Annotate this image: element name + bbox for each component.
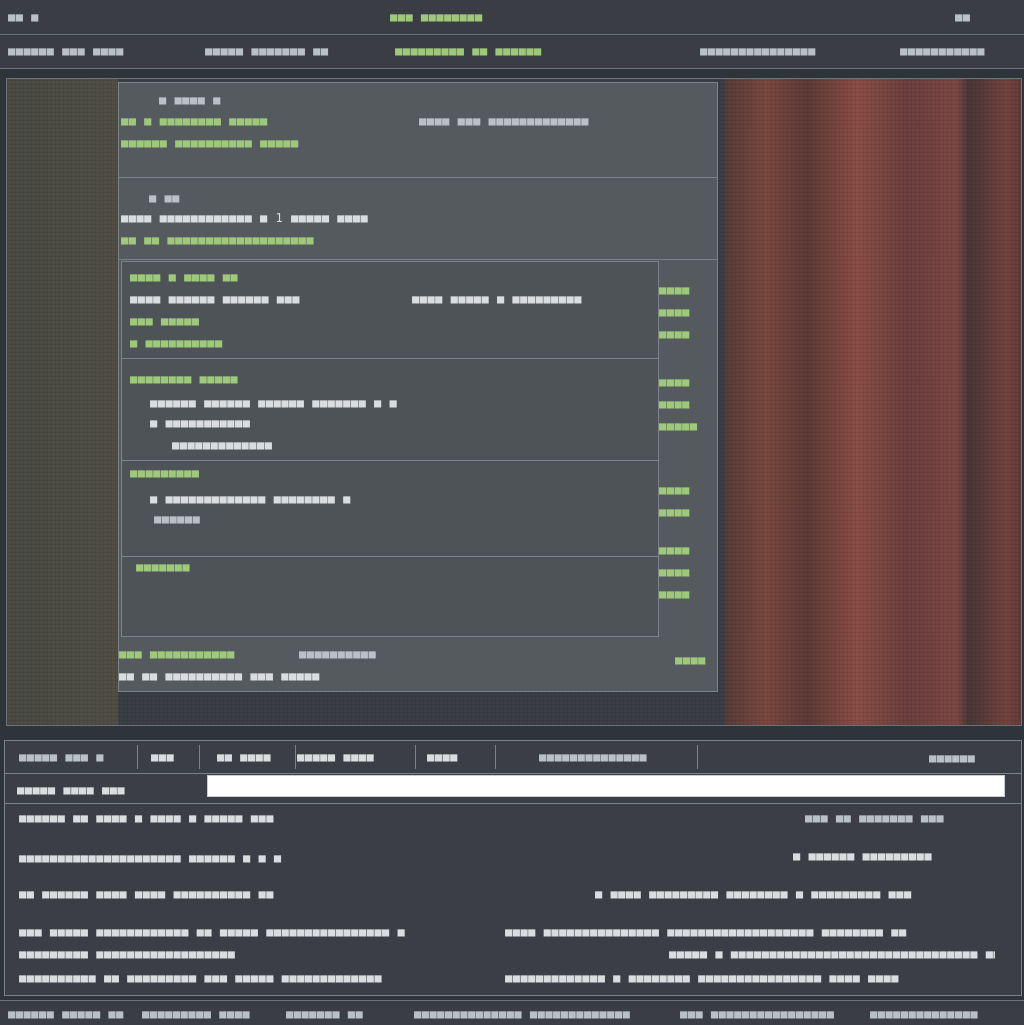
title-bar-left-label: ■■ ■ (8, 10, 39, 24)
menu-item[interactable]: ■■■■■■■■■ ■■ ■■■■■■ (395, 44, 665, 58)
input-label: ■■■■■ ■■■■ ■■■ (17, 783, 126, 797)
footer-line1b: ■■■■■■■■■■ (299, 647, 377, 661)
status-bar: ■■■■■■ ■■■■■ ■■ ■■■■■■■■■ ■■■■ ■■■■■■■ ■… (0, 1000, 1024, 1025)
tab[interactable]: ■■■ (143, 745, 200, 769)
content-row-left: ■■ ■■■■■■ ■■■■ ■■■■ ■■■■■■■■■■ ■■ (19, 887, 274, 901)
row1-line4: ■ ■■■■■■■■■■ (130, 336, 223, 350)
tab[interactable]: ■■■■■■■■■■■■■■ (531, 745, 698, 769)
tab-strip: ■■■■■ ■■■ ■ ■■■ ■■ ■■■■ ■■■■■ ■■■■ ■■■■ … (5, 741, 1021, 774)
side-label: ■■■■ (659, 505, 690, 519)
row1-line2b: ■■■■ ■■■■■ ■ ■■■■■■■■■ (412, 292, 582, 306)
side-label: ■■■■ (659, 543, 690, 557)
side-label: ■■■■ (659, 305, 690, 319)
content-row-left: ■■■■■■ ■■ ■■■■ ■ ■■■■ ■ ■■■■■ ■■■ (19, 811, 274, 825)
section1-line1: ■ ■■■■ ■ (159, 93, 221, 107)
footer-line1a: ■■■ ■■■■■■■■■■■ (119, 647, 235, 661)
section2-line1: ■ ■■ (149, 191, 180, 205)
section2-line2a: ■■■■ ■■■■■■■■■■■■ ■ 1 ■■■■■ ■■■■ (121, 211, 369, 225)
row1-line2a: ■■■■ ■■■■■■ ■■■■■■ ■■■ (130, 292, 300, 306)
footer-line1c: ■■■■ (675, 653, 706, 667)
row-divider (122, 460, 658, 461)
content-row-right: ■■■ ■■ ■■■■■■■ ■■■ (805, 811, 945, 825)
menu-item[interactable]: ■■■■■■ ■■■ ■■■■ (8, 44, 178, 58)
row2-line1: ■■■■■■■■ ■■■■■ (130, 372, 239, 386)
footer-line2: ■■ ■■ ■■■■■■■■■■ ■■■ ■■■■■ (119, 669, 320, 683)
row4-line1: ■■■■■■■ (136, 560, 191, 574)
row3-line2: ■ ■■■■■■■■■■■■■ ■■■■■■■■ ■ (150, 492, 351, 506)
status-item: ■■■■■■ ■■■■■ ■■ (8, 1007, 124, 1021)
tab[interactable]: ■■■■■ ■■■ ■ (11, 745, 138, 769)
command-input[interactable] (207, 775, 1005, 797)
content-row-left: ■■■■■■■■■ ■■■■■■■■■■■■■■■■■■ (19, 947, 236, 961)
bottom-panel: ■■■■■ ■■■ ■ ■■■ ■■ ■■■■ ■■■■■ ■■■■ ■■■■ … (4, 740, 1022, 996)
menu-item[interactable]: ■■■■■ ■■■■■■■ ■■ (205, 44, 375, 58)
section2-line3: ■■ ■■ ■■■■■■■■■■■■■■■■■■■ (121, 233, 315, 247)
content-row-left: ■■■■■■■■■■■■■■■■■■■■■ ■■■■■■ ■ ■ ■ (19, 851, 282, 865)
status-item: ■■■■■■■■■■■■■■ ■■■■■■■■■■■■■ (414, 1007, 631, 1021)
tab[interactable]: ■■■■■ ■■■■ (289, 745, 416, 769)
menu-item[interactable]: ■■■■■■■■■■■■■■■ (700, 44, 890, 58)
content-row-right: ■■■■ ■■■■■■■■■■■■■■■ ■■■■■■■■■■■■■■■■■■■… (505, 925, 907, 939)
dialog-window: ■ ■■■■ ■ ■■ ■ ■■■■■■■■ ■■■■■ ■■■■ ■■■ ■■… (118, 82, 718, 692)
tab[interactable]: ■■■■ (419, 745, 496, 769)
section-divider (119, 259, 717, 260)
row2-line2: ■■■■■■ ■■■■■■ ■■■■■■ ■■■■■■■ ■ ■ (150, 396, 398, 410)
menu-bar: ■■■■■■ ■■■ ■■■■ ■■■■■ ■■■■■■■ ■■ ■■■■■■■… (0, 36, 1024, 69)
panel-divider (5, 803, 1021, 804)
section1-line3a: ■■■■■■ ■■■■■■■■■■ ■■■■■ (121, 136, 299, 150)
content-row-left: ■■■ ■■■■■ ■■■■■■■■■■■■ ■■ ■■■■■ ■■■■■■■■… (19, 925, 406, 939)
row1-line1: ■■■■ ■ ■■■■ ■■ (130, 270, 239, 284)
row-divider (122, 556, 658, 557)
row3-line1: ■■■■■■■■■ (130, 466, 200, 480)
content-row-right: ■■■■■■■■■■■■■ ■ ■■■■■■■■ ■■■■■■■■■■■■■■■… (505, 971, 899, 985)
side-label: ■■■■ (659, 327, 690, 341)
menu-item[interactable]: ■■■■■■■■■■■ (900, 44, 1020, 58)
content-row-right: ■ ■■■■■■ ■■■■■■■■■ (793, 849, 933, 863)
row3-line3: ■■■■■■ (154, 512, 201, 526)
section1-line2a: ■■ ■ ■■■■■■■■ ■■■■■ (121, 114, 268, 128)
side-label: ■■■■■ (659, 419, 698, 433)
status-item: ■■■■■■■ ■■ (286, 1007, 364, 1021)
window-controls[interactable]: ■■ (955, 10, 970, 24)
inner-panel: ■■■■ ■ ■■■■ ■■ ■■■■ ■■■■■■ ■■■■■■ ■■■ ■■… (121, 261, 659, 637)
row2-line4: ■■■■■■■■■■■■■ (172, 438, 273, 452)
side-label: ■■■■ (659, 587, 690, 601)
side-label: ■■■■ (659, 375, 690, 389)
content-row-right: ■■■■■ ■ ■■■■■■■■■■■■■■■■■■■■■■■■■■■■■■■■… (669, 947, 995, 961)
row2-line3: ■ ■■■■■■■■■■■ (150, 416, 251, 430)
section1-line2b: ■■■■ ■■■ ■■■■■■■■■■■■■ (419, 114, 589, 128)
status-item: ■■■■■■■■■■■■■■ (870, 1007, 979, 1021)
row-divider (122, 358, 658, 359)
status-item: ■■■ ■■■■■■■■■■■■■■■■ (680, 1007, 835, 1021)
section-divider (119, 177, 717, 178)
side-label: ■■■■ (659, 565, 690, 579)
side-labels-column: ■■■■ ■■■■ ■■■■ ■■■■ ■■■■ ■■■■■ ■■■■ ■■■■… (659, 283, 715, 613)
tab[interactable]: ■■ ■■■■ (209, 745, 296, 769)
status-item: ■■■■■■■■■ ■■■■ (142, 1007, 251, 1021)
window-title: ■■■ ■■■■■■■■ (390, 10, 483, 24)
side-label: ■■■■ (659, 397, 690, 411)
side-label: ■■■■ (659, 283, 690, 297)
content-row-right: ■ ■■■■ ■■■■■■■■■ ■■■■■■■■ ■ ■■■■■■■■■ ■■… (595, 887, 912, 901)
row1-line3: ■■■ ■■■■■ (130, 314, 200, 328)
content-row-left: ■■■■■■■■■■ ■■ ■■■■■■■■■ ■■■ ■■■■■ ■■■■■■… (19, 971, 383, 985)
panel-corner-label: ■■■■■■ (929, 751, 976, 765)
side-label: ■■■■ (659, 483, 690, 497)
title-bar: ■■ ■ ■■■ ■■■■■■■■ ■■ (0, 0, 1024, 35)
